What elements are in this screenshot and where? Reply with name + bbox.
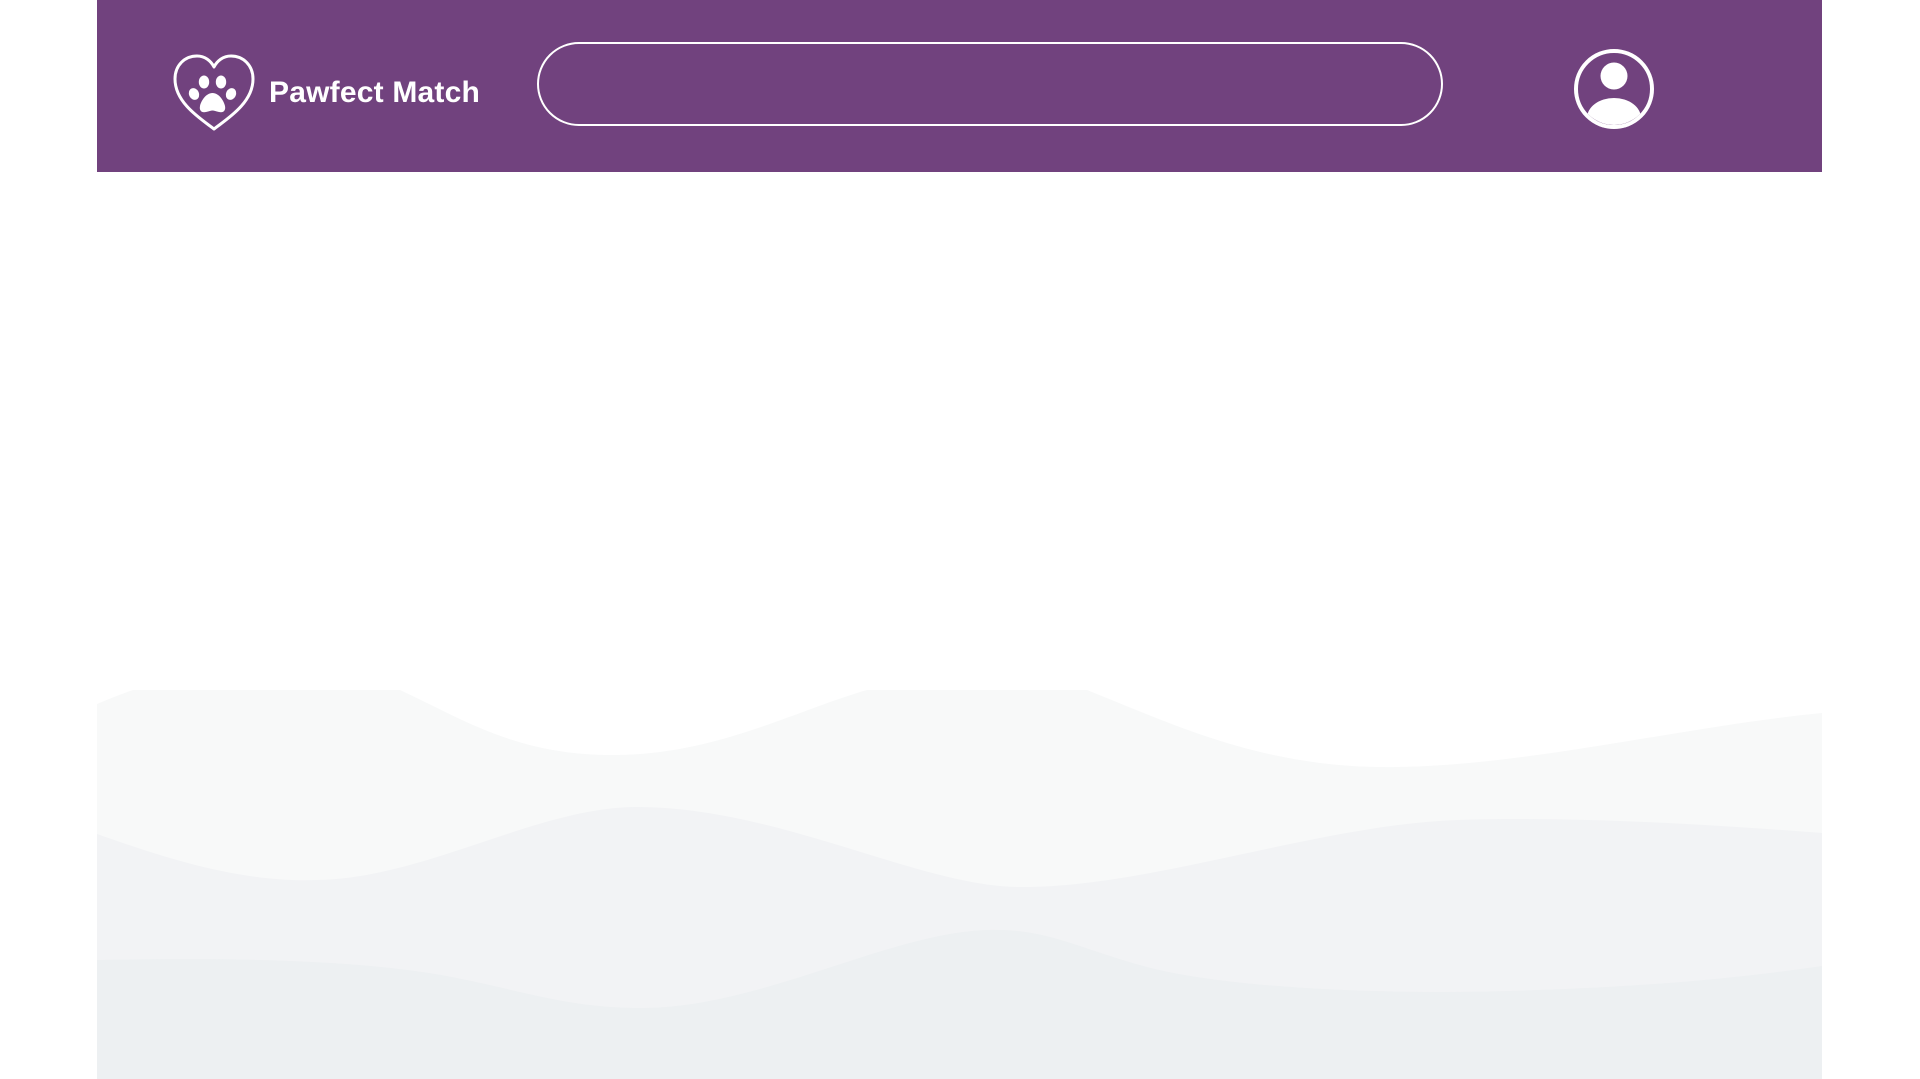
app-page: Pawfect Match [97, 0, 1822, 1079]
user-profile-icon [1574, 49, 1654, 129]
top-navigation-bar: Pawfect Match [97, 0, 1822, 172]
decorative-wave-background [97, 690, 1822, 1079]
user-profile-button[interactable] [1573, 48, 1655, 130]
heart-paw-icon [173, 54, 255, 131]
brand-name: Pawfect Match [269, 76, 480, 109]
brand-home-link[interactable]: Pawfect Match [171, 53, 480, 133]
search-input[interactable] [537, 42, 1443, 126]
